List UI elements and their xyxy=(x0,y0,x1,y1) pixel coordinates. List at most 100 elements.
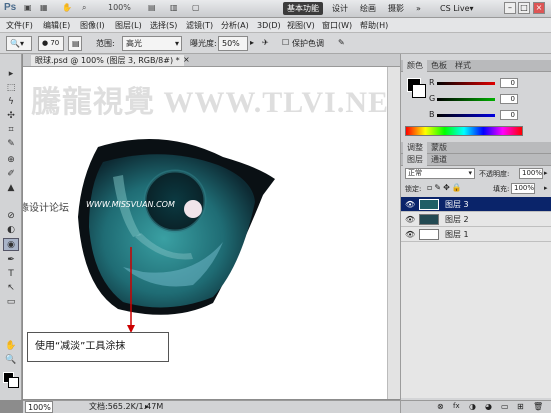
quick-select-tool-icon[interactable]: ✣ xyxy=(3,110,19,123)
background-color-swatch[interactable] xyxy=(8,377,19,388)
grid-icon[interactable]: ▤ xyxy=(148,3,156,15)
menu-image[interactable]: 图像(I) xyxy=(80,20,105,31)
blue-slider[interactable] xyxy=(437,114,495,117)
document-canvas[interactable]: 騰龍視覺 WWW.TLVI.NET 思缘设计论坛 WWW.MISSVUAN.CO… xyxy=(23,67,387,399)
zoom-tool-icon-panel[interactable]: 🔍 xyxy=(3,354,19,367)
menu-view[interactable]: 视图(V) xyxy=(287,20,315,31)
layer-thumbnail xyxy=(419,199,439,210)
screen-mode-icon[interactable]: ▢ xyxy=(192,3,200,15)
tools-panel: ▸ ⬚ ϟ ✣ ⌗ ✎ ⊕ ✐ ▲ ⊘ ◐ ◉ ✒ T ↖ ▭ ✋ 🔍 xyxy=(0,54,22,400)
layer-row[interactable]: 👁 图层 2 xyxy=(401,212,551,227)
blue-value[interactable]: 0 xyxy=(500,110,518,120)
menu-layer[interactable]: 图层(L) xyxy=(115,20,142,31)
layer-row[interactable]: 👁 图层 1 xyxy=(401,227,551,242)
exposure-dropdown-icon[interactable]: ▸ xyxy=(250,38,254,47)
fill-label: 填充: xyxy=(493,185,510,193)
brush-size-picker[interactable]: ● 70 xyxy=(38,36,64,51)
maximize-icon[interactable]: □ xyxy=(518,2,530,14)
zoom-tool-icon[interactable]: ⌕ xyxy=(82,3,86,15)
workspace-design[interactable]: 设计 xyxy=(328,2,352,15)
document-tab[interactable]: 眼球.psd @ 100% (图层 3, RGB/8#) * xyxy=(31,55,184,66)
menu-file[interactable]: 文件(F) xyxy=(6,20,33,31)
dodge-tool-icon[interactable]: ◉ xyxy=(3,238,19,251)
opacity-input[interactable]: 100% xyxy=(519,168,543,179)
menu-edit[interactable]: 编辑(E) xyxy=(43,20,70,31)
eraser-tool-icon[interactable]: ⊘ xyxy=(3,210,19,223)
green-slider[interactable] xyxy=(437,98,495,101)
brush-tool-icon[interactable]: ✐ xyxy=(3,168,19,181)
airbrush-icon[interactable]: ✈ xyxy=(262,38,269,47)
visibility-eye-icon[interactable]: 👁 xyxy=(405,200,415,209)
menu-select[interactable]: 选择(S) xyxy=(150,20,177,31)
fx-icon[interactable]: fx xyxy=(453,402,460,410)
add-mask-icon[interactable]: ◑ xyxy=(469,402,476,411)
fill-input[interactable]: 100% xyxy=(511,183,535,194)
marquee-tool-icon[interactable]: ⬚ xyxy=(3,82,19,95)
fill-arrow-icon[interactable]: ▸ xyxy=(544,184,548,192)
menu-help[interactable]: 帮助(H) xyxy=(360,20,388,31)
exposure-input[interactable]: 50% xyxy=(218,36,248,51)
menu-window[interactable]: 窗口(W) xyxy=(322,20,352,31)
workspace-photography[interactable]: 摄影 xyxy=(384,2,408,15)
lasso-tool-icon[interactable]: ϟ xyxy=(3,96,19,109)
gradient-tool-icon[interactable]: ◐ xyxy=(3,224,19,237)
tablet-pressure-icon[interactable]: ✎ xyxy=(338,38,345,47)
tab-swatches[interactable]: 色板 xyxy=(427,60,451,72)
workspace-more[interactable]: » xyxy=(412,2,425,15)
menu-3d[interactable]: 3D(D) xyxy=(257,20,281,31)
protect-tones-checkbox[interactable]: ☐ xyxy=(282,38,289,47)
red-slider[interactable] xyxy=(437,82,495,85)
tool-preset-picker[interactable]: 🔍▾ xyxy=(6,36,32,51)
tab-styles[interactable]: 样式 xyxy=(451,60,475,72)
close-icon[interactable]: × xyxy=(533,2,545,14)
green-value[interactable]: 0 xyxy=(500,94,518,104)
visibility-eye-icon[interactable]: 👁 xyxy=(405,215,415,224)
workspace-essentials[interactable]: 基本功能 xyxy=(283,2,323,15)
tab-adjustments[interactable]: 调整 xyxy=(403,142,427,154)
zoom-level-dropdown[interactable]: 100% xyxy=(108,3,131,15)
move-tool-icon[interactable]: ▸ xyxy=(3,68,19,81)
status-zoom[interactable]: 100% xyxy=(25,401,53,413)
tab-layers[interactable]: 图层 xyxy=(403,154,427,166)
adjustment-layer-icon[interactable]: ◕ xyxy=(485,402,492,411)
lock-icons[interactable]: ▫✎✥🔒 xyxy=(427,183,464,192)
delete-layer-icon[interactable]: 🗑 xyxy=(533,402,543,411)
opacity-arrow-icon[interactable]: ▸ xyxy=(544,169,548,177)
arrange-icon[interactable]: ▥ xyxy=(170,3,178,15)
status-info-arrow[interactable]: ▸ xyxy=(145,401,149,413)
type-tool-icon[interactable]: T xyxy=(3,268,19,281)
opacity-label: 不透明度: xyxy=(479,170,510,178)
hand-tool-icon[interactable]: ✋ xyxy=(3,340,19,353)
tab-color[interactable]: 颜色 xyxy=(403,60,427,72)
layer-row[interactable]: 👁 图层 3 xyxy=(401,197,551,212)
blend-mode-select[interactable]: 正常 ▾ xyxy=(405,168,475,179)
minibridge-icon[interactable]: ▦ xyxy=(40,3,48,15)
red-value[interactable]: 0 xyxy=(500,78,518,88)
healing-tool-icon[interactable]: ⊕ xyxy=(3,154,19,167)
link-layers-icon[interactable]: ⊗ xyxy=(437,402,444,411)
minimize-icon[interactable]: – xyxy=(504,2,516,14)
menu-analysis[interactable]: 分析(A) xyxy=(221,20,249,31)
document-close-icon[interactable]: × xyxy=(183,55,190,64)
canvas-vertical-scrollbar[interactable] xyxy=(387,67,400,399)
new-group-icon[interactable]: ▭ xyxy=(501,402,509,411)
color-spectrum-bar[interactable] xyxy=(405,126,523,136)
visibility-eye-icon[interactable]: 👁 xyxy=(405,230,415,239)
path-select-tool-icon[interactable]: ↖ xyxy=(3,282,19,295)
menu-filter[interactable]: 滤镜(T) xyxy=(186,20,213,31)
tab-masks[interactable]: 蒙版 xyxy=(427,142,451,154)
tab-channels[interactable]: 通道 xyxy=(427,154,451,166)
shape-tool-icon[interactable]: ▭ xyxy=(3,296,19,309)
workspace-painting[interactable]: 绘画 xyxy=(356,2,380,15)
range-select[interactable]: 高光 ▾ xyxy=(122,36,182,51)
cs-live-button[interactable]: CS Live▾ xyxy=(440,2,474,15)
crop-tool-icon[interactable]: ⌗ xyxy=(3,124,19,137)
brush-panel-toggle[interactable]: ▤ xyxy=(68,36,82,51)
new-layer-icon[interactable]: ⊞ xyxy=(517,402,524,411)
bridge-icon[interactable]: ▣ xyxy=(24,3,32,15)
panel-background-swatch[interactable] xyxy=(412,84,426,98)
pen-tool-icon[interactable]: ✒ xyxy=(3,254,19,267)
eyedropper-tool-icon[interactable]: ✎ xyxy=(3,138,19,151)
stamp-tool-icon[interactable]: ▲ xyxy=(3,182,19,195)
hand-icon[interactable]: ✋ xyxy=(62,3,72,15)
